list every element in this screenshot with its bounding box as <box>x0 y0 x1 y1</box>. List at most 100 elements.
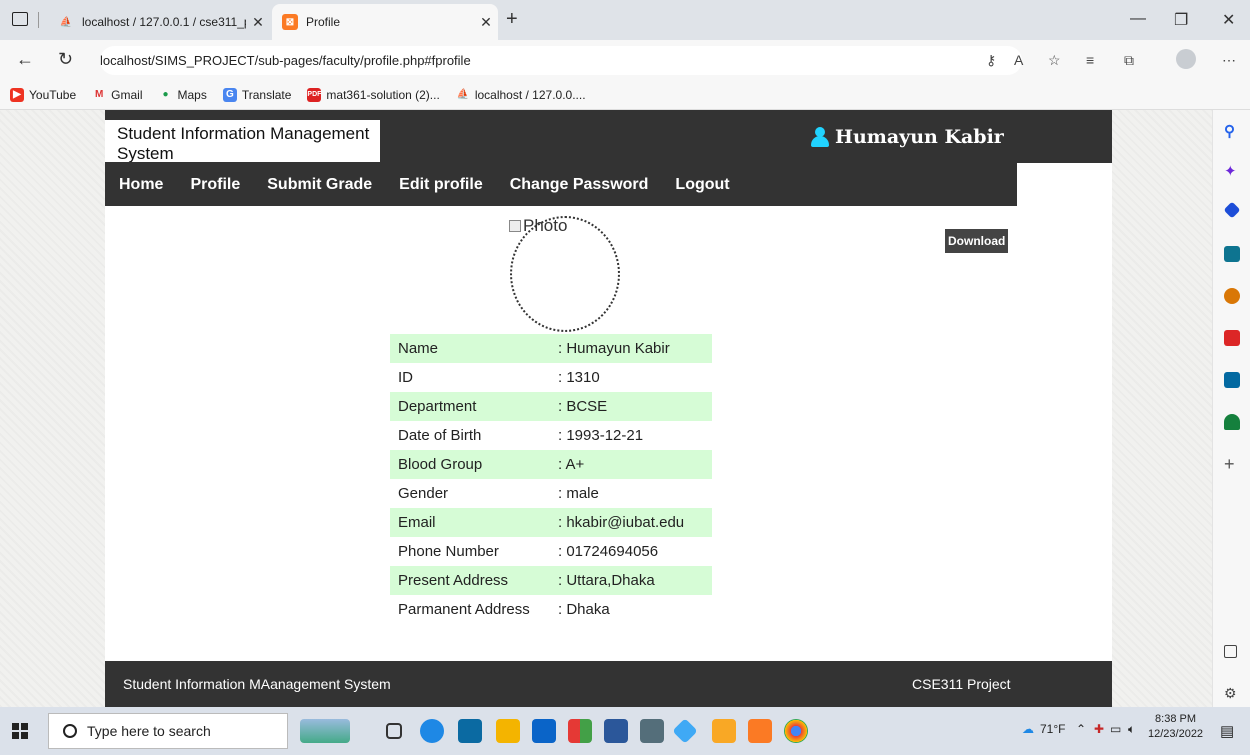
browser-sidebar: ⚲ ✦ + ⚙ <box>1212 110 1250 707</box>
address-bar[interactable]: i localhost/SIMS_PROJECT/sub-pages/facul… <box>100 46 1022 286</box>
bookmark-youtube[interactable]: ▶ YouTube <box>10 87 76 102</box>
profile-field-value: : 1993-12-21 <box>558 427 644 444</box>
search-icon[interactable]: ⚲ <box>1224 122 1240 140</box>
tab-title: Profile <box>306 15 341 29</box>
site-footer: Student Information MAanagement System C… <box>105 661 1112 707</box>
nav-profile[interactable]: Profile <box>190 176 240 194</box>
close-tab-icon[interactable]: ✕ <box>474 14 498 31</box>
gmail-icon: M <box>94 89 104 100</box>
divider <box>38 12 39 28</box>
taskbar-search[interactable]: Type here to search <box>48 713 288 749</box>
download-button[interactable]: Download <box>945 229 1009 253</box>
shopping-tag-icon[interactable] <box>1223 201 1241 219</box>
network-icon[interactable]: ▭ <box>1110 722 1121 736</box>
nav-submit-grade[interactable]: Submit Grade <box>267 176 372 194</box>
bookmark-translate[interactable]: G Translate <box>222 87 292 102</box>
tab-profile[interactable]: ⊠ Profile ✕ <box>272 4 498 40</box>
refresh-icon[interactable]: ↻ <box>58 49 73 70</box>
url-text[interactable]: localhost/SIMS_PROJECT/sub-pages/faculty… <box>100 53 471 68</box>
nav-edit-profile[interactable]: Edit profile <box>399 176 483 194</box>
add-icon[interactable]: + <box>1224 454 1240 474</box>
close-window-icon[interactable]: ✕ <box>1222 10 1235 30</box>
nav-home[interactable]: Home <box>119 176 163 194</box>
bookmark-mat361[interactable]: PDF mat361-solution (2)... <box>307 87 440 102</box>
bookmark-label: localhost / 127.0.0.... <box>474 87 586 102</box>
tab-phpmyadmin[interactable]: ⛵ localhost / 127.0.0.1 / cse311_pro ✕ <box>48 4 270 40</box>
user-name-display: Humayun Kabir <box>811 126 1004 148</box>
key-icon[interactable]: ⚷ <box>986 52 996 69</box>
weather-temp[interactable]: 71°F <box>1040 722 1065 736</box>
nav-logout[interactable]: Logout <box>675 176 729 194</box>
broken-image-icon <box>509 220 521 232</box>
new-tab-button[interactable]: + <box>506 8 518 31</box>
profile-field-value: : 1310 <box>558 369 600 386</box>
copilot-icon[interactable]: ✦ <box>1224 162 1240 180</box>
browser-tab-strip: ⛵ localhost / 127.0.0.1 / cse311_pro ✕ ⊠… <box>0 0 1250 40</box>
xampp-icon[interactable] <box>748 719 772 743</box>
collections-icon[interactable]: ⧉ <box>1124 52 1134 69</box>
profile-field-value: : 01724694056 <box>558 543 659 560</box>
games-icon[interactable] <box>1224 288 1240 304</box>
profile-field-value: : A+ <box>550 450 712 479</box>
edge-browser-icon[interactable] <box>420 719 444 743</box>
volume-icon[interactable]: 🔈︎ <box>1128 722 1135 737</box>
profile-row: Email: hkabir@iubat.edu <box>390 508 712 537</box>
word-icon[interactable] <box>604 719 628 743</box>
profile-field-label: Department <box>390 392 550 421</box>
sidebar-collapse-icon[interactable] <box>1224 645 1237 658</box>
profile-row: Date of Birth: 1993-12-21 <box>390 421 712 450</box>
bookmark-maps[interactable]: ● Maps <box>159 87 207 102</box>
weather-icon[interactable]: ☁ <box>1022 722 1034 736</box>
profile-row: Parmanent Address: Dhaka <box>390 595 712 624</box>
clock[interactable]: 8:38 PM 12/23/2022 <box>1148 712 1203 742</box>
bookmark-label: mat361-solution (2)... <box>326 87 440 102</box>
favorite-star-icon[interactable]: ☆ <box>1048 52 1061 69</box>
file-explorer-icon[interactable] <box>496 719 520 743</box>
mail-icon[interactable] <box>532 719 556 743</box>
back-arrow-icon[interactable]: ← <box>16 49 34 70</box>
sublime-icon[interactable] <box>712 719 736 743</box>
more-menu-icon[interactable]: ⋯ <box>1222 52 1236 69</box>
favorites-list-icon[interactable]: ≡ <box>1086 52 1094 68</box>
restore-icon[interactable]: ❐ <box>1174 10 1188 30</box>
notifications-icon[interactable]: ▤ <box>1220 722 1234 740</box>
xampp-icon: ⊠ <box>282 14 298 30</box>
footer-right: CSE311 Project <box>912 676 1011 692</box>
profile-field-label: Name <box>390 334 550 363</box>
microsoft-store-icon[interactable] <box>458 719 482 743</box>
profile-row: Department: BCSE <box>390 392 712 421</box>
git-icon[interactable] <box>672 718 698 744</box>
settings-gear-icon[interactable]: ⚙ <box>1224 685 1240 701</box>
tree-icon[interactable] <box>1224 414 1240 430</box>
address-row: ← ↻ i localhost/SIMS_PROJECT/sub-pages/f… <box>0 40 1250 286</box>
profile-field-label: ID <box>398 369 413 386</box>
broken-image: Photo <box>509 216 567 236</box>
translate-icon: G <box>222 87 237 102</box>
office-icon[interactable] <box>1224 330 1240 346</box>
bookmark-gmail[interactable]: M Gmail <box>92 88 143 102</box>
profile-row: Name: Humayun Kabir <box>390 334 712 363</box>
close-tab-icon[interactable]: ✕ <box>246 14 270 31</box>
calculator-icon[interactable] <box>640 719 664 743</box>
bookmark-localhost[interactable]: ⛵ localhost / 127.0.0.... <box>456 88 586 102</box>
profile-row: Present Address: Uttara,Dhaka <box>390 566 712 595</box>
clock-time: 8:38 PM <box>1155 713 1197 725</box>
tab-actions-icon[interactable] <box>12 12 28 26</box>
outlook-icon[interactable] <box>1224 372 1240 388</box>
tray-app-icon[interactable]: ✚ <box>1094 722 1104 736</box>
profile-field-label: Present Address <box>390 566 550 595</box>
city-widget-icon[interactable] <box>300 719 350 743</box>
read-aloud-icon[interactable]: A <box>1014 52 1023 68</box>
profile-avatar[interactable] <box>1176 49 1196 69</box>
tray-chevron-icon[interactable]: ⌃ <box>1076 722 1086 736</box>
app-icon[interactable] <box>568 719 592 743</box>
chrome-icon[interactable] <box>784 719 808 743</box>
tools-icon[interactable] <box>1224 246 1240 262</box>
profile-field-label: Blood Group <box>390 450 550 479</box>
bookmark-label: Translate <box>241 87 292 102</box>
bookmark-label: Maps <box>177 87 207 102</box>
nav-change-password[interactable]: Change Password <box>510 176 649 194</box>
task-view-icon[interactable] <box>386 723 402 739</box>
minimize-icon[interactable]: — <box>1130 10 1146 28</box>
windows-start-icon[interactable] <box>12 723 28 739</box>
